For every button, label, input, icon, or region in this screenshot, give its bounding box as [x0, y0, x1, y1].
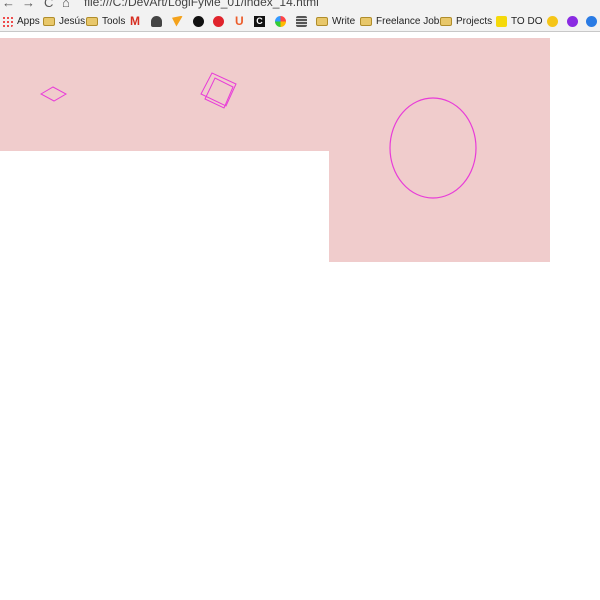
bookmark-site-3[interactable] [172, 13, 187, 29]
overflow-icon [586, 15, 597, 27]
stack-icon [296, 15, 307, 27]
bookmark-site-2[interactable] [151, 13, 166, 29]
address-bar[interactable]: file:///C:/DevArt/LogiFyMe_01/index_14.h… [84, 0, 319, 9]
folder-icon [43, 16, 55, 26]
bookmark-apps[interactable]: Apps [2, 13, 40, 29]
bookmark-todo[interactable]: TO DO [496, 13, 542, 29]
bookmark-tools[interactable]: Tools [86, 13, 125, 29]
bookmark-label: Apps [17, 15, 40, 27]
bookmark-label: TO DO [511, 15, 543, 27]
bookmark-smiley[interactable] [547, 13, 562, 29]
bookmark-label: Write [332, 15, 356, 27]
bookmark-label: Tools [102, 15, 126, 27]
c-logo-icon: C [254, 15, 265, 27]
apps-grid-icon [2, 15, 13, 27]
bookmark-site-9[interactable] [296, 13, 311, 29]
bookmark-projects[interactable]: Projects [440, 13, 492, 29]
back-button[interactable]: ← [2, 0, 15, 10]
forward-button[interactable]: → [22, 0, 35, 10]
folder-icon [316, 16, 328, 26]
red-circle-icon [213, 15, 224, 27]
home-button[interactable]: ⌂ [62, 0, 70, 10]
bookmark-label: Freelance Jobs [376, 15, 445, 27]
folder-icon [360, 16, 372, 26]
folder-icon [440, 16, 452, 26]
reload-button[interactable]: C [44, 0, 53, 10]
folder-icon [86, 16, 98, 26]
bookmark-jesus[interactable]: Jesús [43, 13, 85, 29]
pink-background-shape [0, 38, 550, 262]
browser-toolbar: ← → C ⌂ file:///C:/DevArt/LogiFyMe_01/in… [0, 0, 600, 10]
udemy-icon: U [235, 14, 244, 28]
bookmarks-bar: Apps Jesús Tools M U C Write Freelance J… [0, 10, 600, 32]
color-ring-icon [275, 15, 286, 27]
smiley-icon [547, 15, 558, 27]
logo-canvas [0, 38, 550, 262]
purple-circle-icon [567, 15, 578, 27]
bookmark-label: Jesús [59, 15, 86, 27]
bookmark-purple[interactable] [567, 13, 582, 29]
bookmark-site-7[interactable]: C [254, 13, 265, 29]
bookmark-freelance-jobs[interactable]: Freelance Jobs [360, 13, 444, 29]
bookmark-site-8[interactable] [275, 13, 290, 29]
infinity-icon [496, 15, 507, 27]
dark-circle-icon [193, 15, 204, 27]
headphones-icon [151, 15, 162, 27]
bookmark-gmail[interactable]: M [130, 13, 140, 29]
gmail-icon: M [130, 14, 140, 28]
bookmark-write[interactable]: Write [316, 13, 355, 29]
bookmark-site-4[interactable] [193, 13, 208, 29]
bookmark-udemy[interactable]: U [235, 13, 244, 29]
orange-mark-icon [172, 15, 183, 27]
bookmark-site-5[interactable] [213, 13, 228, 29]
bookmark-label: Projects [456, 15, 493, 27]
bookmark-overflow[interactable] [586, 13, 600, 29]
